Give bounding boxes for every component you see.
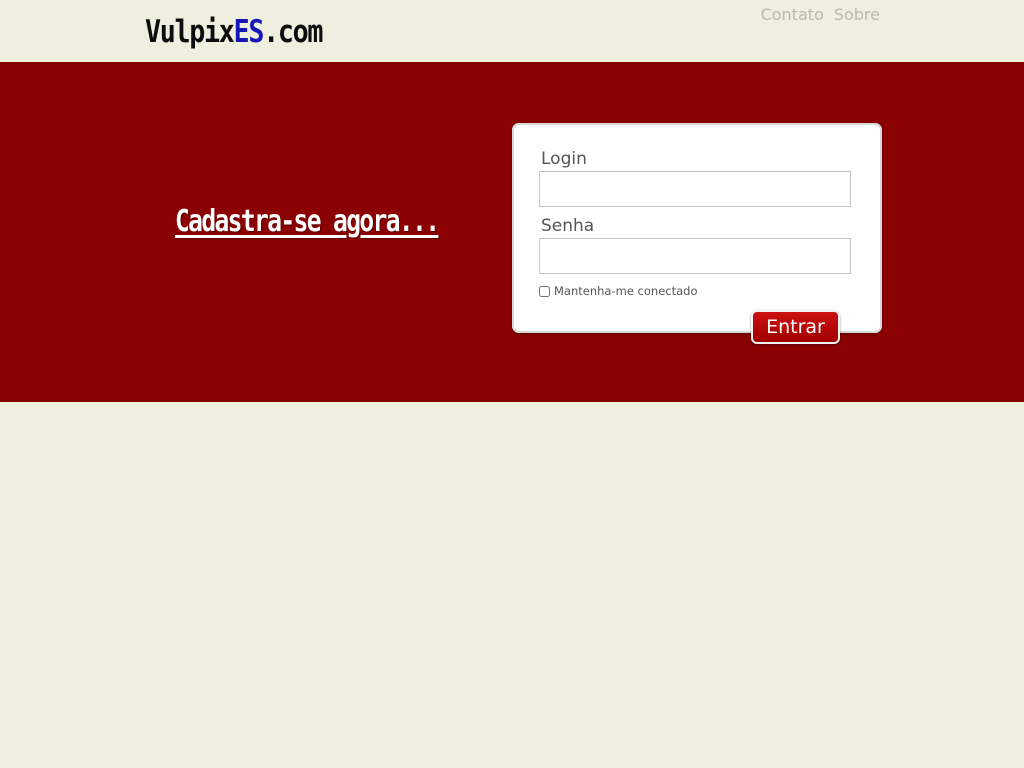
entrar-button[interactable]: Entrar [751,310,840,344]
page-body [0,402,1024,768]
remember-label: Mantenha-me conectado [554,284,698,298]
senha-input[interactable] [539,238,851,274]
login-form: Login Senha Mantenha-me conectado Entrar [512,123,882,344]
nav-link-sobre[interactable]: Sobre [834,6,880,24]
site-header: VulpixES.com Contato Sobre [0,0,1024,62]
remember-me: Mantenha-me conectado [539,284,698,298]
hero-banner: Cadastra-se agora... Login Senha Mantenh… [0,62,1024,402]
logo-suffix: .com [263,14,323,50]
site-logo[interactable]: VulpixES.com [145,12,323,52]
login-input[interactable] [539,171,851,207]
login-label: Login [541,149,587,169]
remember-checkbox[interactable] [539,285,550,297]
nav-link-contato[interactable]: Contato [761,6,824,24]
logo-prefix: Vulpix [145,14,235,50]
logo-accent: ES [233,14,265,50]
signup-link[interactable]: Cadastra-se agora... [175,204,440,239]
senha-label: Senha [541,216,595,236]
top-nav: Contato Sobre [761,6,880,24]
